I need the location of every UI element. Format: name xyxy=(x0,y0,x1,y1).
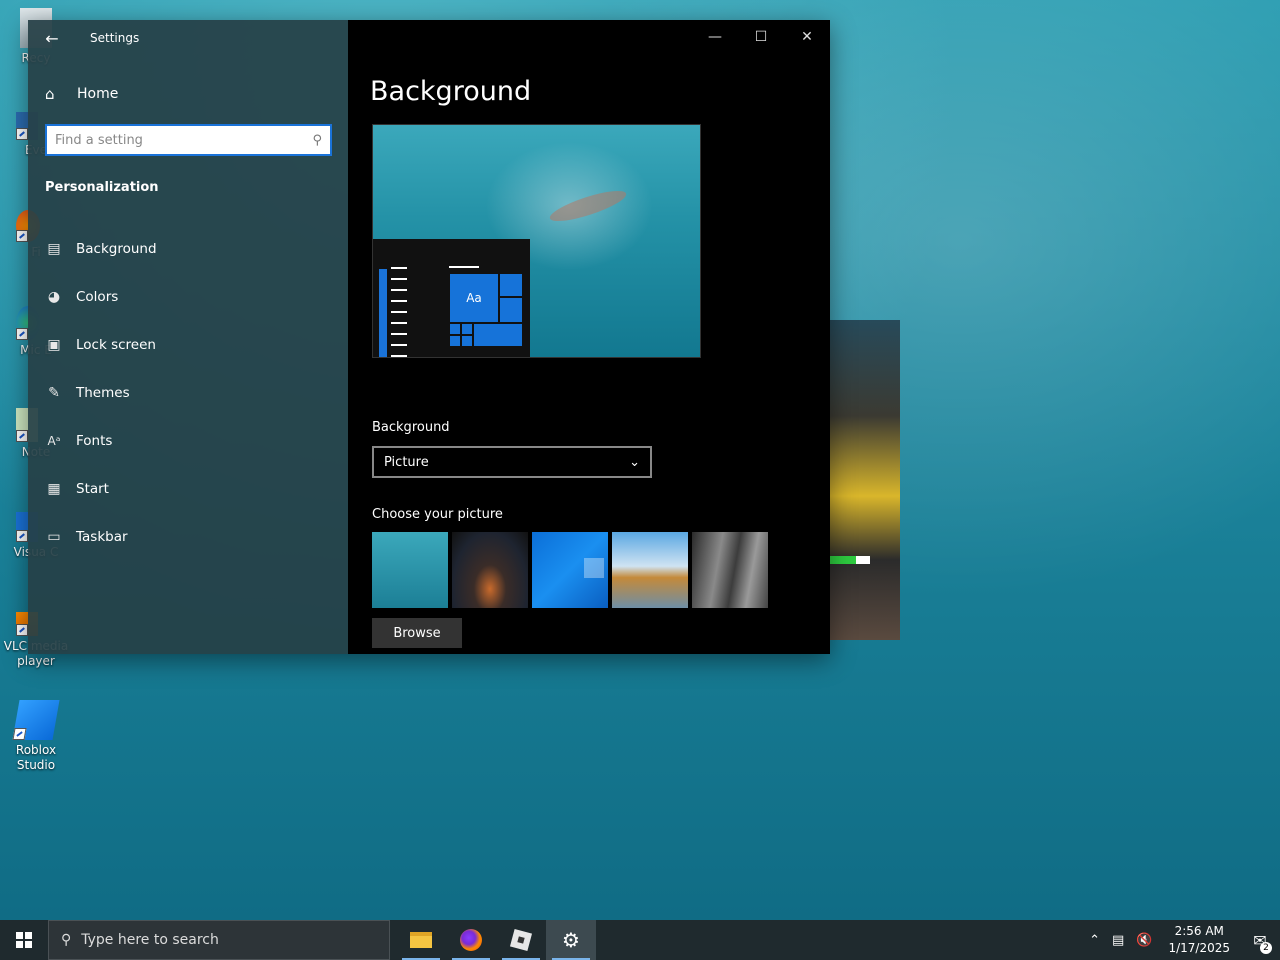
search-input[interactable] xyxy=(55,132,313,148)
home-label: Home xyxy=(77,86,119,102)
nav-item-background[interactable]: ▤ Background xyxy=(28,225,348,273)
background-field-label: Background xyxy=(372,420,450,435)
volume-muted-icon[interactable]: 🔇 xyxy=(1136,933,1152,948)
taskbar-roblox[interactable] xyxy=(496,920,546,960)
nav-item-label: Start xyxy=(76,481,109,497)
background-preview: Aa xyxy=(372,124,701,358)
title-bar: ← Settings xyxy=(28,20,348,56)
clock-time: 2:56 AM xyxy=(1174,924,1224,938)
picture-thumbnail-windows[interactable] xyxy=(532,532,608,608)
choose-picture-label: Choose your picture xyxy=(372,507,503,522)
page-title: Background xyxy=(370,76,532,107)
media-progress-bar xyxy=(830,556,870,564)
taskbar-firefox[interactable] xyxy=(446,920,496,960)
browse-button[interactable]: Browse xyxy=(372,618,462,648)
nav-item-label: Colors xyxy=(76,289,119,305)
shortcut-arrow-icon xyxy=(16,328,28,340)
shortcut-arrow-icon xyxy=(12,728,27,740)
clock-date: 1/17/2025 xyxy=(1168,941,1230,955)
nav-item-lock-screen[interactable]: ▣ Lock screen xyxy=(28,321,348,369)
roblox-icon xyxy=(509,928,533,952)
taskbar-icon: ▭ xyxy=(47,529,61,545)
settings-search[interactable]: ⚲ xyxy=(45,124,332,156)
picture-thumbnails xyxy=(372,532,768,608)
close-button[interactable]: ✕ xyxy=(784,20,830,54)
lock-screen-icon: ▣ xyxy=(47,337,61,353)
preview-swimmer-image xyxy=(547,185,629,227)
gear-icon: ⚙ xyxy=(562,928,580,952)
fonts-icon: Aᵃ xyxy=(47,434,61,448)
shortcut-arrow-icon xyxy=(16,430,28,442)
window-title: Settings xyxy=(90,31,140,45)
clock[interactable]: 2:56 AM 1/17/2025 xyxy=(1168,923,1230,957)
settings-content: — ☐ ✕ Background Aa Background Picture ⌄… xyxy=(348,20,830,654)
desktop-icon-label: Roblox Studio xyxy=(15,743,57,772)
nav-item-label: Lock screen xyxy=(76,337,156,353)
settings-sidebar: ← Settings ⌂ Home ⚲ Personalization ▤ Ba… xyxy=(28,20,348,654)
shortcut-arrow-icon xyxy=(16,128,28,140)
back-button[interactable]: ← xyxy=(28,20,76,56)
nav-item-label: Themes xyxy=(76,385,130,401)
system-tray: ⌃ ▤ 🔇 2:56 AM 1/17/2025 ✉ 2 xyxy=(1083,920,1280,960)
close-icon: ✕ xyxy=(801,29,813,45)
section-title: Personalization xyxy=(45,180,159,195)
folder-icon xyxy=(410,932,432,948)
settings-window: ← Settings ⌂ Home ⚲ Personalization ▤ Ba… xyxy=(28,20,830,654)
home-nav-item[interactable]: ⌂ Home xyxy=(28,74,348,114)
picture-thumbnail-beach[interactable] xyxy=(612,532,688,608)
search-icon: ⚲ xyxy=(61,932,72,948)
action-center-button[interactable]: ✉ 2 xyxy=(1240,920,1280,960)
chevron-down-icon: ⌄ xyxy=(629,454,640,470)
themes-icon: ✎ xyxy=(48,385,60,401)
personalization-nav: ▤ Background ◕ Colors ▣ Lock screen ✎ Th… xyxy=(28,225,348,561)
nav-item-start[interactable]: ▦ Start xyxy=(28,465,348,513)
background-app-window[interactable] xyxy=(828,320,900,640)
nav-item-colors[interactable]: ◕ Colors xyxy=(28,273,348,321)
taskbar-search[interactable]: ⚲ Type here to search xyxy=(48,920,390,960)
nav-item-fonts[interactable]: Aᵃ Fonts xyxy=(28,417,348,465)
nav-item-themes[interactable]: ✎ Themes xyxy=(28,369,348,417)
firefox-icon xyxy=(460,929,482,951)
shortcut-arrow-icon xyxy=(16,230,28,242)
taskbar: ⚲ Type here to search ⚙ ⌃ ▤ 🔇 2:56 AM 1/… xyxy=(0,920,1280,960)
maximize-button[interactable]: ☐ xyxy=(738,20,784,54)
desktop-icon-roblox-studio[interactable]: Roblox Studio xyxy=(2,700,70,773)
picture-thumbnail-underwater[interactable] xyxy=(372,532,448,608)
notification-badge: 2 xyxy=(1260,942,1272,954)
nav-item-label: Fonts xyxy=(76,433,113,449)
taskbar-file-explorer[interactable] xyxy=(396,920,446,960)
minimize-button[interactable]: — xyxy=(692,20,738,54)
shortcut-arrow-icon xyxy=(16,624,28,636)
windows-logo-icon xyxy=(16,932,32,948)
palette-icon: ◕ xyxy=(47,289,61,305)
search-icon: ⚲ xyxy=(312,132,322,148)
window-controls: — ☐ ✕ xyxy=(692,20,830,54)
taskbar-settings[interactable]: ⚙ xyxy=(546,920,596,960)
nav-item-label: Background xyxy=(76,241,157,257)
picture-thumbnail-waterfall[interactable] xyxy=(692,532,768,608)
network-icon[interactable]: ▤ xyxy=(1112,933,1124,948)
taskbar-search-placeholder: Type here to search xyxy=(81,932,219,948)
start-button[interactable] xyxy=(0,920,48,960)
start-icon: ▦ xyxy=(47,481,61,497)
roblox-studio-icon xyxy=(12,700,60,740)
nav-item-label: Taskbar xyxy=(76,529,128,545)
minimize-icon: — xyxy=(708,29,722,45)
chevron-up-icon[interactable]: ⌃ xyxy=(1089,933,1100,948)
maximize-icon: ☐ xyxy=(754,29,768,45)
nav-item-taskbar[interactable]: ▭ Taskbar xyxy=(28,513,348,561)
picture-thumbnail-night-sky[interactable] xyxy=(452,532,528,608)
preview-tile: Aa xyxy=(449,273,499,323)
background-type-dropdown[interactable]: Picture ⌄ xyxy=(372,446,652,478)
picture-icon: ▤ xyxy=(47,241,61,257)
preview-start-menu: Aa xyxy=(373,239,530,357)
dropdown-value: Picture xyxy=(384,454,429,470)
home-icon: ⌂ xyxy=(45,85,55,103)
shortcut-arrow-icon xyxy=(16,530,28,542)
back-arrow-icon: ← xyxy=(45,28,59,48)
